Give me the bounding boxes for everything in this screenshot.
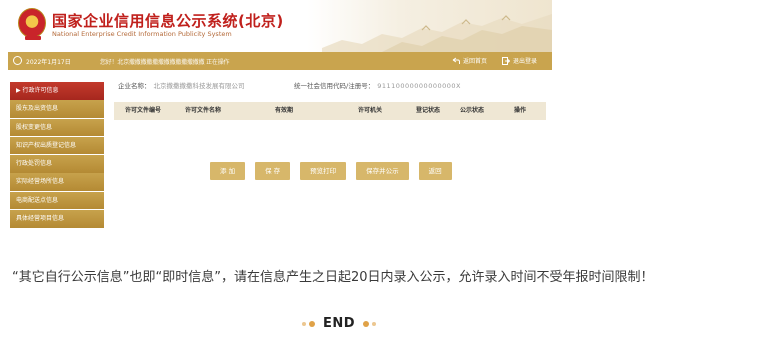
- sidebar-nav: ▶ 行政许可信息 股东及出资信息 股权变更信息 知识产权出质登记信息 行政处罚信…: [10, 82, 104, 228]
- sidebar-item-business-premises[interactable]: 实际经营场所信息: [10, 173, 104, 191]
- logout-label: 退出登录: [513, 58, 538, 65]
- column-header: 登记状态: [415, 107, 440, 114]
- site-subtitle: National Enterprise Credit Information P…: [52, 30, 232, 38]
- sidebar-item-ecommerce-delivery[interactable]: 电商配送点信息: [10, 191, 104, 210]
- sidebar-item-shareholder-capital[interactable]: 股东及出资信息: [10, 100, 104, 118]
- sidebar-item-equity-change[interactable]: 股权变更信息: [10, 118, 104, 137]
- sidebar-item-ip-pledge[interactable]: 知识产权出质登记信息: [10, 136, 104, 155]
- back-arrow-icon: [452, 57, 460, 64]
- site-banner: 国家企业信用信息公示系统(北京) National Enterprise Cre…: [8, 0, 552, 52]
- national-emblem-icon: [18, 8, 46, 40]
- column-header: 公示状态: [459, 107, 484, 114]
- back-home-link[interactable]: 返回首页: [452, 56, 487, 65]
- company-name-value: 北京撒撒撒撒科技发展有限公司: [153, 82, 245, 90]
- company-name-label: 企业名称：: [118, 82, 151, 90]
- dot: [372, 321, 377, 326]
- clock-icon: [13, 56, 22, 65]
- right-dots-decoration: [363, 320, 377, 327]
- article-caption: “其它自行公示信息”也即“即时信息”，请在信息产生之日起20日内录入公示，允许录…: [12, 270, 654, 285]
- screenshot: 国家企业信用信息公示系统(北京) National Enterprise Cre…: [8, 0, 552, 236]
- sidebar-item-admin-license[interactable]: ▶ 行政许可信息: [10, 82, 104, 100]
- back-button[interactable]: 返回: [418, 162, 452, 180]
- current-date: 2022年1月17日: [26, 59, 71, 66]
- column-header: 许可文件名称: [184, 107, 221, 114]
- column-header: 许可文件编号: [124, 107, 161, 114]
- site-title: 国家企业信用信息公示系统(北京): [52, 12, 284, 30]
- credit-code-field: 统一社会信用代码/注册号： 91110000000000000X: [294, 80, 461, 90]
- preview-print-button[interactable]: 预览打印: [300, 162, 347, 180]
- sidebar-item-admin-penalty[interactable]: 行政处罚信息: [10, 155, 104, 173]
- dot: [302, 321, 306, 326]
- license-table-header: 许可文件编号 许可文件名称 有效期 许可机关 登记状态 公示状态 操作: [114, 102, 546, 120]
- action-buttons: 添 加 保 存 预览打印 保存并公示 返回: [210, 162, 452, 180]
- add-button[interactable]: 添 加: [210, 162, 246, 180]
- logout-icon: [502, 56, 510, 65]
- left-dots-decoration: [302, 320, 315, 327]
- dot: [309, 320, 315, 327]
- company-name-field: 企业名称： 北京撒撒撒撒科技发展有限公司: [118, 80, 245, 90]
- back-home-label: 返回首页: [463, 58, 488, 65]
- sidebar-item-label: 行政许可信息: [22, 87, 59, 94]
- credit-code-value: 91110000000000000X: [377, 82, 461, 90]
- top-status-bar: 2022年1月17日 您好！北京撒撒撒撒撒撒撒撒撒撒撒撒撒 正在操作 返回首页 …: [8, 52, 552, 70]
- column-header: 许可机关: [357, 107, 382, 114]
- save-and-publish-button[interactable]: 保存并公示: [356, 162, 409, 180]
- user-info: 您好！北京撒撒撒撒撒撒撒撒撒撒撒撒撒 正在操作: [100, 59, 230, 66]
- save-button[interactable]: 保 存: [255, 162, 291, 180]
- dot: [363, 320, 370, 327]
- logout-link[interactable]: 退出登录: [502, 56, 537, 65]
- credit-code-label: 统一社会信用代码/注册号：: [294, 82, 375, 90]
- end-divider: END: [302, 316, 377, 331]
- column-header: 操作: [513, 107, 526, 114]
- sidebar-item-business-projects[interactable]: 具体经营项目信息: [10, 210, 104, 228]
- column-header: 有效期: [274, 107, 293, 114]
- great-wall-decoration: [322, 14, 552, 52]
- end-label: END: [323, 316, 356, 331]
